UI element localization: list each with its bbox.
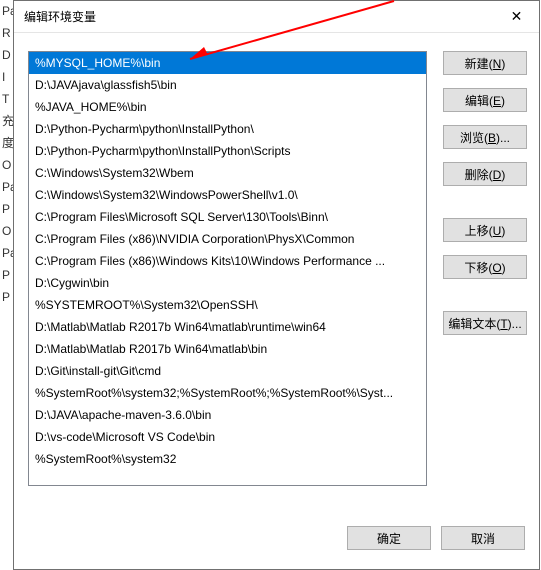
delete-button[interactable]: 删除(D) (443, 162, 527, 186)
path-item[interactable]: D:\JAVAjava\glassfish5\bin (29, 74, 426, 96)
path-item[interactable]: D:\Matlab\Matlab R2017b Win64\matlab\run… (29, 316, 426, 338)
path-item[interactable]: %SYSTEMROOT%\System32\OpenSSH\ (29, 294, 426, 316)
path-item[interactable]: C:\Program Files (x86)\Windows Kits\10\W… (29, 250, 426, 272)
path-item[interactable]: D:\Git\install-git\Git\cmd (29, 360, 426, 382)
dialog-title: 编辑环境变量 (24, 8, 96, 25)
path-item[interactable]: %SystemRoot%\system32;%SystemRoot%;%Syst… (29, 382, 426, 404)
path-item[interactable]: %SystemRoot%\system32 (29, 448, 426, 470)
path-item[interactable]: %JAVA_HOME%\bin (29, 96, 426, 118)
dialog-content: %MYSQL_HOME%\binD:\JAVAjava\glassfish5\b… (14, 33, 539, 521)
path-listbox[interactable]: %MYSQL_HOME%\binD:\JAVAjava\glassfish5\b… (28, 51, 427, 486)
browse-button[interactable]: 浏览(B)... (443, 125, 527, 149)
env-var-dialog: 编辑环境变量 ✕ %MYSQL_HOME%\binD:\JAVAjava\gla… (13, 0, 540, 570)
path-item[interactable]: D:\Python-Pycharm\python\InstallPython\ (29, 118, 426, 140)
cancel-button[interactable]: 取消 (441, 526, 525, 550)
path-item[interactable]: %MYSQL_HOME%\bin (29, 52, 426, 74)
dialog-footer: 确定 取消 (14, 521, 539, 569)
path-item[interactable]: C:\Windows\System32\WindowsPowerShell\v1… (29, 184, 426, 206)
edit-button[interactable]: 编辑(E) (443, 88, 527, 112)
path-item[interactable]: D:\JAVA\apache-maven-3.6.0\bin (29, 404, 426, 426)
ok-button[interactable]: 确定 (347, 526, 431, 550)
path-item[interactable]: D:\Matlab\Matlab R2017b Win64\matlab\bin (29, 338, 426, 360)
path-item[interactable]: C:\Program Files\Microsoft SQL Server\13… (29, 206, 426, 228)
new-button[interactable]: 新建(N) (443, 51, 527, 75)
move-up-button[interactable]: 上移(U) (443, 218, 527, 242)
path-item[interactable]: D:\vs-code\Microsoft VS Code\bin (29, 426, 426, 448)
close-button[interactable]: ✕ (494, 1, 539, 31)
path-item[interactable]: D:\Cygwin\bin (29, 272, 426, 294)
close-icon: ✕ (511, 8, 523, 25)
path-item[interactable]: C:\Program Files (x86)\NVIDIA Corporatio… (29, 228, 426, 250)
edit-text-button[interactable]: 编辑文本(T)... (443, 311, 527, 335)
move-down-button[interactable]: 下移(O) (443, 255, 527, 279)
path-item[interactable]: D:\Python-Pycharm\python\InstallPython\S… (29, 140, 426, 162)
titlebar: 编辑环境变量 ✕ (14, 1, 539, 33)
side-buttons: 新建(N) 编辑(E) 浏览(B)... 删除(D) 上移(U) 下移(O) 编… (443, 51, 527, 509)
path-item[interactable]: C:\Windows\System32\Wbem (29, 162, 426, 184)
